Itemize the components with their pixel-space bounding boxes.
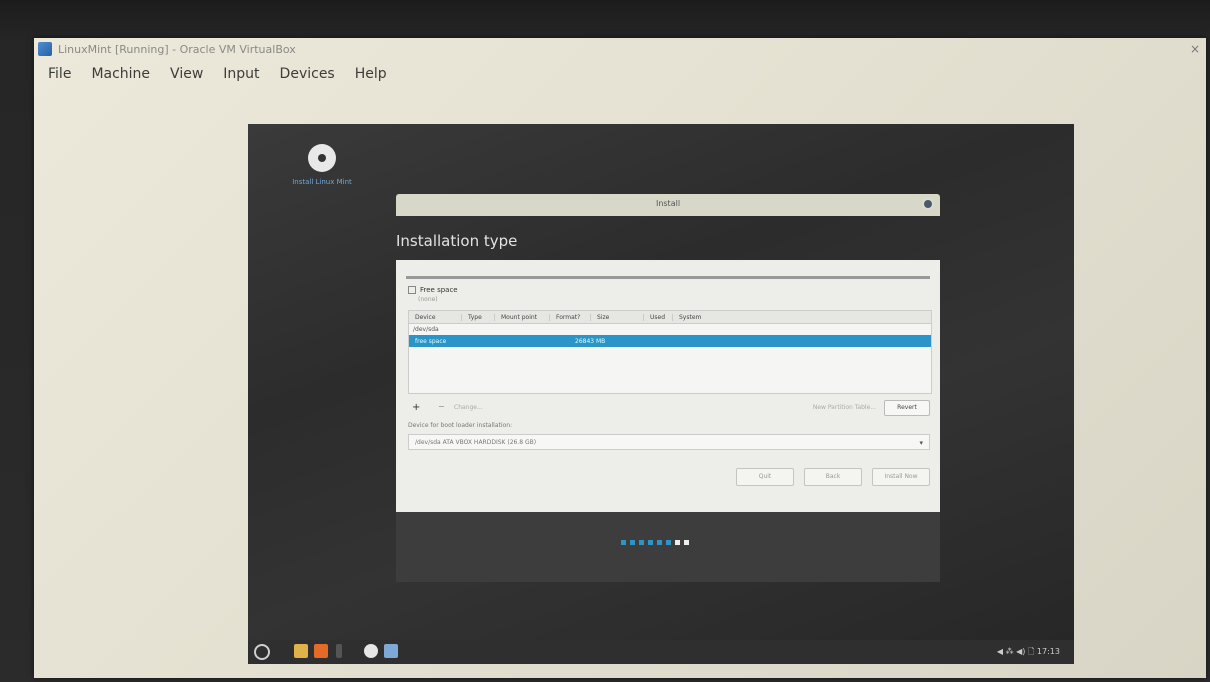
partition-table-header: Device Type Mount point Format? Size Use… xyxy=(409,311,931,324)
free-space-swatch xyxy=(408,286,416,294)
step-dot xyxy=(630,540,635,545)
page-title: Installation type xyxy=(396,232,518,250)
device-row[interactable]: /dev/sda xyxy=(409,324,931,335)
revert-button[interactable]: Revert xyxy=(884,400,930,416)
partition-toolbar: + − Change... New Partition Table... Rev… xyxy=(408,400,930,416)
installer-window: Install Installation type Free space (no… xyxy=(394,184,942,584)
step-dot xyxy=(684,540,689,545)
change-partition-button[interactable]: Change... xyxy=(454,404,483,411)
virtualbox-titlebar: LinuxMint [Running] - Oracle VM VirtualB… xyxy=(34,38,1206,60)
step-dot xyxy=(666,540,671,545)
menu-help[interactable]: Help xyxy=(355,66,387,82)
start-menu-icon[interactable] xyxy=(254,644,270,660)
step-dot xyxy=(648,540,653,545)
installer-footer xyxy=(396,512,940,582)
menu-file[interactable]: File xyxy=(48,66,71,82)
shortcut-label: Install Linux Mint xyxy=(292,178,352,186)
step-dot xyxy=(639,540,644,545)
system-tray[interactable]: ◀ ⁂ ◀) 🗋 17:13 xyxy=(997,646,1060,660)
col-format[interactable]: Format? xyxy=(550,313,591,321)
close-icon[interactable]: × xyxy=(1190,42,1200,56)
add-partition-button[interactable]: + xyxy=(412,402,420,413)
step-dot xyxy=(657,540,662,545)
table-row-selected[interactable]: free space 26843 MB xyxy=(409,335,931,347)
remove-partition-button[interactable]: − xyxy=(438,402,445,411)
installer-close-icon[interactable] xyxy=(922,198,934,210)
monitor-bezel: LinuxMint [Running] - Oracle VM VirtualB… xyxy=(0,0,1210,682)
free-space-legend: Free space xyxy=(408,286,458,294)
quit-button[interactable]: Quit xyxy=(736,468,794,486)
menu-input[interactable]: Input xyxy=(223,66,259,82)
terminal-icon[interactable] xyxy=(336,644,342,658)
partition-name: free space xyxy=(415,337,447,345)
col-device[interactable]: Device xyxy=(409,313,462,321)
install-desktop-shortcut[interactable]: Install Linux Mint xyxy=(282,144,362,186)
disk-usage-bar xyxy=(406,276,930,279)
virtualbox-app-icon xyxy=(38,42,52,56)
boot-loader-select[interactable]: /dev/sda ATA VBOX HARDDISK (26.8 GB) ▾ xyxy=(408,434,930,450)
col-type[interactable]: Type xyxy=(462,313,495,321)
folder-icon[interactable] xyxy=(294,644,308,658)
virtualbox-window: LinuxMint [Running] - Oracle VM VirtualB… xyxy=(34,38,1206,678)
boot-loader-value: /dev/sda ATA VBOX HARDDISK (26.8 GB) xyxy=(415,439,537,446)
back-button[interactable]: Back xyxy=(804,468,862,486)
col-system[interactable]: System xyxy=(673,314,745,321)
window-title: LinuxMint [Running] - Oracle VM VirtualB… xyxy=(58,42,296,56)
menu-view[interactable]: View xyxy=(170,66,203,82)
chevron-down-icon: ▾ xyxy=(919,439,923,447)
menu-devices[interactable]: Devices xyxy=(280,66,335,82)
new-partition-table-button[interactable]: New Partition Table... xyxy=(813,404,876,411)
installer-titlebar: Install xyxy=(396,194,940,216)
partition-size: 26843 MB xyxy=(575,337,606,345)
guest-screen: Install Linux Mint Install Installation … xyxy=(248,124,1074,664)
free-space-size: (none) xyxy=(418,296,438,303)
partition-table: Device Type Mount point Format? Size Use… xyxy=(408,310,932,394)
col-mount[interactable]: Mount point xyxy=(495,313,550,321)
disc-icon xyxy=(308,144,336,172)
installer-window-title: Install xyxy=(655,199,681,208)
install-now-button[interactable]: Install Now xyxy=(872,468,930,486)
guest-taskbar: ◀ ⁂ ◀) 🗋 17:13 xyxy=(248,640,1074,664)
col-size[interactable]: Size xyxy=(591,313,644,321)
installer-content: Free space (none) Device Type Mount poin… xyxy=(396,260,940,512)
window-taskbar-icon[interactable] xyxy=(384,644,398,658)
boot-loader-label: Device for boot loader installation: xyxy=(408,422,513,429)
step-dot xyxy=(621,540,626,545)
navigation-buttons: Quit Back Install Now xyxy=(736,468,930,486)
menu-machine[interactable]: Machine xyxy=(91,66,150,82)
installer-taskbar-icon[interactable] xyxy=(364,644,378,658)
virtualbox-menubar: File Machine View Input Devices Help xyxy=(34,60,1206,88)
step-indicator xyxy=(621,540,689,545)
free-space-label: Free space xyxy=(420,286,458,294)
col-used[interactable]: Used xyxy=(644,313,673,321)
step-dot xyxy=(675,540,680,545)
software-center-icon[interactable] xyxy=(314,644,328,658)
